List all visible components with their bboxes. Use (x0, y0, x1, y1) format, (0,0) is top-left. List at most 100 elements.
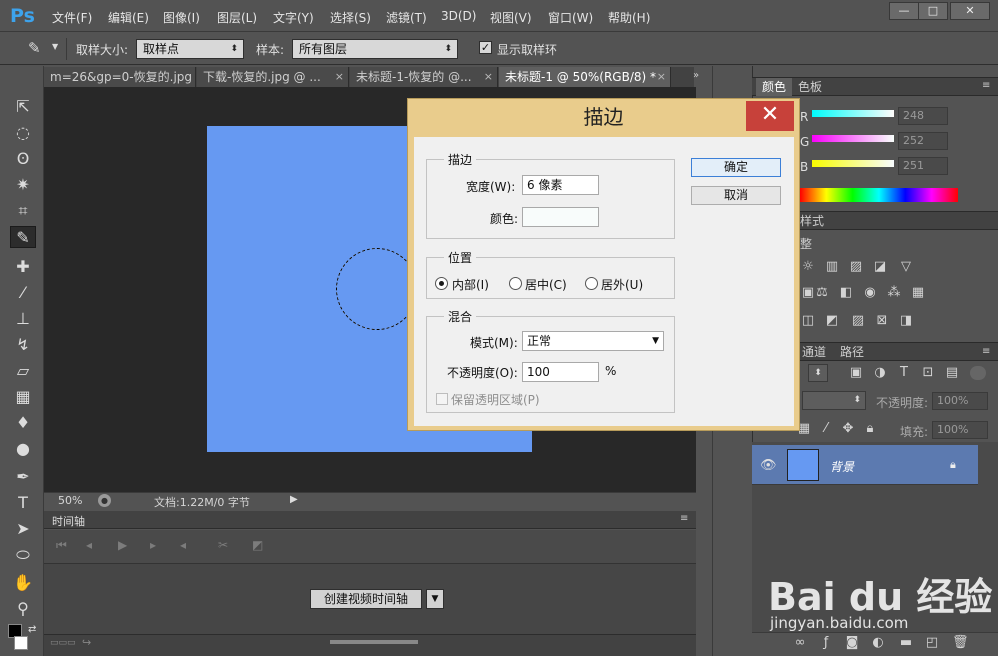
menu-edit[interactable]: 编辑(E) (108, 9, 149, 26)
filter-type-icon[interactable]: T (896, 366, 912, 380)
close-window-button[interactable]: ✕ (950, 2, 990, 20)
magic-wand-icon[interactable]: ✷ (10, 174, 36, 196)
status-menu-arrow-icon[interactable]: ▶ (290, 494, 298, 505)
panel-menu-icon[interactable]: ≡ (982, 80, 990, 91)
menu-image[interactable]: 图像(I) (163, 9, 200, 26)
layer-row[interactable] (752, 445, 978, 485)
next-frame-icon[interactable]: ▸ (150, 538, 156, 552)
clone-stamp-icon[interactable]: ⊥ (10, 308, 36, 330)
new-group-icon[interactable]: ▬ (898, 636, 914, 650)
dodge-icon[interactable]: ● (10, 438, 36, 460)
new-adjustment-icon[interactable]: ◐ (870, 636, 886, 650)
lock-move-icon[interactable]: ✥ (840, 422, 856, 436)
first-frame-icon[interactable]: ⏮ (56, 538, 67, 553)
menu-help[interactable]: 帮助(H) (608, 9, 650, 26)
threshold-icon[interactable]: ▨ (850, 314, 866, 328)
tab-channels[interactable]: 通道 (796, 343, 832, 361)
posterize-icon[interactable]: ◩ (824, 314, 840, 328)
layer-name[interactable]: 背景 (830, 458, 854, 475)
red-slider[interactable] (812, 110, 894, 117)
sample-size-select[interactable]: 取样点 ⬍ (136, 39, 244, 59)
circular-selection[interactable] (336, 248, 418, 330)
ellipse-shape-icon[interactable]: ⬭ (10, 544, 36, 566)
eyedropper-tool-icon[interactable]: ✎ (10, 226, 36, 248)
zoom-slider[interactable] (330, 640, 418, 644)
lock-paint-icon[interactable]: ⁄ (818, 422, 834, 436)
brightness-icon[interactable]: ☼ (800, 260, 816, 274)
radio-inside-label[interactable]: 内部(I) (452, 276, 489, 293)
history-brush-icon[interactable]: ↯ (10, 334, 36, 356)
red-value-input[interactable]: 248 (898, 107, 948, 125)
play-icon[interactable]: ▶ (118, 538, 127, 552)
tab-swatches[interactable]: 色板 (792, 78, 828, 96)
menu-select[interactable]: 选择(S) (330, 9, 371, 26)
selective-color-icon[interactable]: ⊠ (874, 314, 890, 328)
fill-input[interactable]: 100% (932, 421, 988, 439)
tab-close-icon[interactable]: × (484, 67, 493, 87)
radio-center-label[interactable]: 居中(C) (525, 276, 567, 293)
preserve-transparency-checkbox[interactable] (436, 393, 448, 405)
eraser-icon[interactable]: ▱ (10, 360, 36, 382)
move-tool-icon[interactable]: ⇱ (10, 96, 36, 118)
blue-slider[interactable] (812, 160, 894, 167)
sample-select[interactable]: 所有图层 ⬍ (292, 39, 458, 59)
tab-close-icon[interactable]: × (335, 67, 344, 87)
layer-thumbnail[interactable] (787, 449, 819, 481)
filter-pixel-icon[interactable]: ▣ (848, 366, 864, 380)
link-layers-icon[interactable]: ∞ (792, 636, 808, 650)
timeline-dropdown-chevron-icon[interactable]: ▼ (426, 589, 444, 609)
radio-center[interactable] (509, 277, 522, 290)
stroke-color-swatch[interactable] (522, 207, 599, 227)
channel-mixer-icon[interactable]: ⁂ (886, 286, 902, 300)
brush-icon[interactable]: ⁄ (10, 282, 36, 304)
menu-window[interactable]: 窗口(W) (548, 9, 593, 26)
delete-layer-icon[interactable]: 🗑︎ (952, 636, 969, 650)
mode-select[interactable]: 正常 ▼ (522, 331, 664, 351)
panel-menu-icon[interactable]: ≡ (680, 513, 688, 524)
elliptical-marquee-icon[interactable]: ◌ (10, 122, 36, 144)
opacity-input[interactable]: 100 (522, 362, 599, 382)
width-input[interactable]: 6 像素 (522, 175, 599, 195)
tab-styles[interactable]: 样式 (800, 212, 824, 229)
tab-close-icon[interactable]: × (657, 67, 666, 87)
timeline-title[interactable]: 时间轴 (52, 513, 85, 529)
filter-adjust-icon[interactable]: ◑ (872, 366, 888, 380)
zoom-level[interactable]: 50% (58, 494, 82, 507)
blur-icon[interactable]: ♦ (10, 412, 36, 434)
path-selection-icon[interactable]: ➤ (10, 518, 36, 540)
tab-document-3[interactable]: 未标题-1-恢复的 @... × (350, 67, 498, 87)
healing-brush-icon[interactable]: ✚ (10, 256, 36, 278)
audio-icon[interactable]: ◂ (180, 538, 186, 552)
prev-frame-icon[interactable]: ◂ (86, 538, 92, 552)
transition-icon[interactable]: ◩ (252, 538, 263, 552)
lasso-icon[interactable]: ʘ (10, 148, 36, 170)
split-scissors-icon[interactable]: ✂ (218, 538, 228, 552)
green-slider[interactable] (812, 135, 894, 142)
zoom-icon[interactable]: ⚲ (10, 598, 36, 620)
blue-value-input[interactable]: 251 (898, 157, 948, 175)
panel-menu-icon[interactable]: ≡ (982, 346, 990, 357)
menu-layer[interactable]: 图层(L) (217, 9, 257, 26)
menu-type[interactable]: 文字(Y) (273, 9, 314, 26)
filter-kind-select[interactable]: ⬍ (808, 364, 828, 382)
layer-style-icon[interactable]: ƒ (818, 636, 834, 650)
radio-outside-label[interactable]: 居外(U) (601, 276, 643, 293)
filter-toggle[interactable] (970, 366, 986, 380)
layer-opacity-input[interactable]: 100% (932, 392, 988, 410)
exposure-icon[interactable]: ◪ (872, 260, 888, 274)
tabs-overflow-icon[interactable]: » (693, 70, 699, 81)
color-balance-icon[interactable]: ⚖ (814, 286, 830, 300)
swap-colors-icon[interactable]: ⇄ (28, 624, 36, 635)
radio-inside[interactable] (435, 277, 448, 290)
hand-icon[interactable]: ✋ (10, 572, 36, 594)
photo-filter-icon[interactable]: ◉ (862, 286, 878, 300)
vibrance-icon[interactable]: ▽ (898, 260, 914, 274)
tab-color[interactable]: 颜色 (756, 78, 793, 96)
background-color-swatch[interactable] (14, 636, 28, 650)
minimize-button[interactable]: — (889, 2, 919, 20)
color-spectrum-bar[interactable] (800, 188, 958, 202)
curves-icon[interactable]: ▨ (848, 260, 864, 274)
color-lookup-icon[interactable]: ▦ (910, 286, 926, 300)
dialog-close-icon[interactable]: ✕ (746, 101, 794, 131)
filter-smart-icon[interactable]: ▤ (944, 366, 960, 380)
